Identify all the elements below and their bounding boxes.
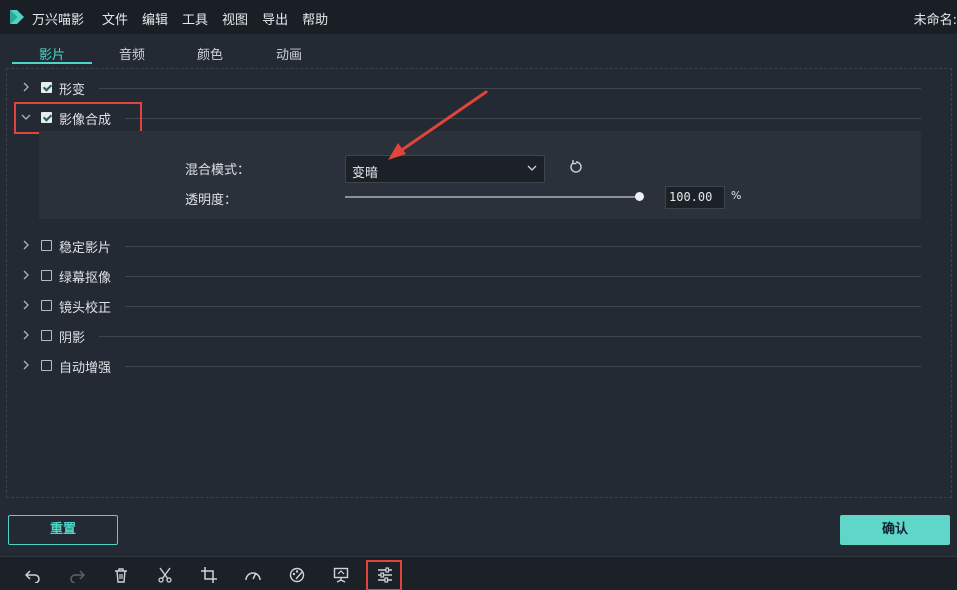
opacity-label: 透明度： [185, 193, 238, 208]
checkbox-auto-enhance[interactable] [41, 360, 52, 371]
menu-help[interactable]: 帮助 [302, 9, 328, 28]
divider [125, 246, 921, 247]
checkbox-shadow[interactable] [41, 330, 52, 341]
checkbox-stabilize[interactable] [41, 240, 52, 251]
checkbox-transform[interactable] [41, 82, 52, 93]
divider [125, 276, 921, 277]
redo-icon[interactable] [69, 567, 85, 583]
opacity-slider-handle[interactable] [635, 192, 644, 201]
active-tab-indicator [12, 62, 92, 64]
tab-video[interactable]: 影片 [12, 44, 92, 63]
chevron-down-icon [527, 165, 537, 171]
app-logo-icon [10, 10, 24, 24]
app-name: 万兴喵影 [32, 13, 85, 28]
document-title: 未命名: [913, 13, 957, 28]
cut-icon[interactable] [157, 567, 173, 583]
section-label: 稳定影片 [59, 241, 112, 256]
highlight-annotation [14, 102, 142, 134]
chevron-right-icon[interactable] [21, 269, 31, 281]
opacity-input[interactable]: 100.00 [665, 186, 725, 209]
properties-panel: 形变 影像合成 混合模式： 变暗 透明度： 100.00 % 稳定影片 绿幕抠像… [6, 68, 952, 498]
blend-mode-label: 混合模式： [185, 163, 251, 178]
chevron-right-icon[interactable] [21, 299, 31, 311]
crop-icon[interactable] [201, 567, 217, 583]
blend-mode-value: 变暗 [352, 166, 379, 181]
opacity-unit: % [731, 189, 742, 202]
section-auto-enhance[interactable]: 自动增强 [7, 355, 953, 377]
reset-icon[interactable] [569, 160, 583, 174]
section-label: 绿幕抠像 [59, 271, 112, 286]
undo-icon[interactable] [25, 567, 41, 583]
speed-icon[interactable] [245, 567, 261, 583]
chevron-right-icon[interactable] [21, 359, 31, 371]
menu-export[interactable]: 导出 [262, 9, 288, 28]
section-label: 阴影 [59, 331, 86, 346]
menu-file[interactable]: 文件 [102, 9, 128, 28]
delete-icon[interactable] [113, 567, 129, 583]
reset-button[interactable]: 重置 [8, 515, 118, 545]
divider [125, 118, 921, 119]
divider [125, 306, 921, 307]
menu-view[interactable]: 视图 [222, 9, 248, 28]
tab-color[interactable]: 颜色 [170, 44, 250, 63]
menu-bar: 文件 编辑 工具 视图 导出 帮助 [102, 9, 342, 28]
section-label: 自动增强 [59, 361, 112, 376]
tab-audio[interactable]: 音频 [92, 44, 172, 63]
section-label: 形变 [59, 83, 86, 98]
bottom-toolbar [0, 556, 957, 590]
divider [99, 336, 921, 337]
checkbox-chroma-key[interactable] [41, 270, 52, 281]
section-chroma-key[interactable]: 绿幕抠像 [7, 265, 953, 287]
section-shadow[interactable]: 阴影 [7, 325, 953, 347]
chevron-right-icon[interactable] [21, 81, 31, 93]
section-compositing[interactable]: 影像合成 [7, 107, 953, 129]
compositing-settings: 混合模式： 变暗 透明度： 100.00 % [39, 131, 921, 219]
section-stabilize[interactable]: 稳定影片 [7, 235, 953, 257]
divider [125, 366, 921, 367]
opacity-slider[interactable] [345, 196, 639, 198]
chevron-right-icon[interactable] [21, 239, 31, 251]
section-lens-correction[interactable]: 镜头校正 [7, 295, 953, 317]
tab-bar: 影片 音频 颜色 动画 [0, 38, 957, 64]
blend-mode-select[interactable]: 变暗 [345, 155, 545, 183]
chevron-right-icon[interactable] [21, 329, 31, 341]
checkbox-lens-correction[interactable] [41, 300, 52, 311]
divider [99, 88, 921, 89]
presentation-icon[interactable] [333, 567, 349, 583]
tab-animation[interactable]: 动画 [249, 44, 329, 63]
confirm-button[interactable]: 确认 [840, 515, 950, 545]
section-label: 镜头校正 [59, 301, 112, 316]
color-icon[interactable] [289, 567, 305, 583]
menu-edit[interactable]: 编辑 [142, 9, 168, 28]
menu-tools[interactable]: 工具 [182, 9, 208, 28]
section-transform[interactable]: 形变 [7, 77, 953, 99]
highlight-annotation [366, 560, 402, 590]
title-bar: 万兴喵影 文件 编辑 工具 视图 导出 帮助 未命名: [0, 0, 957, 34]
